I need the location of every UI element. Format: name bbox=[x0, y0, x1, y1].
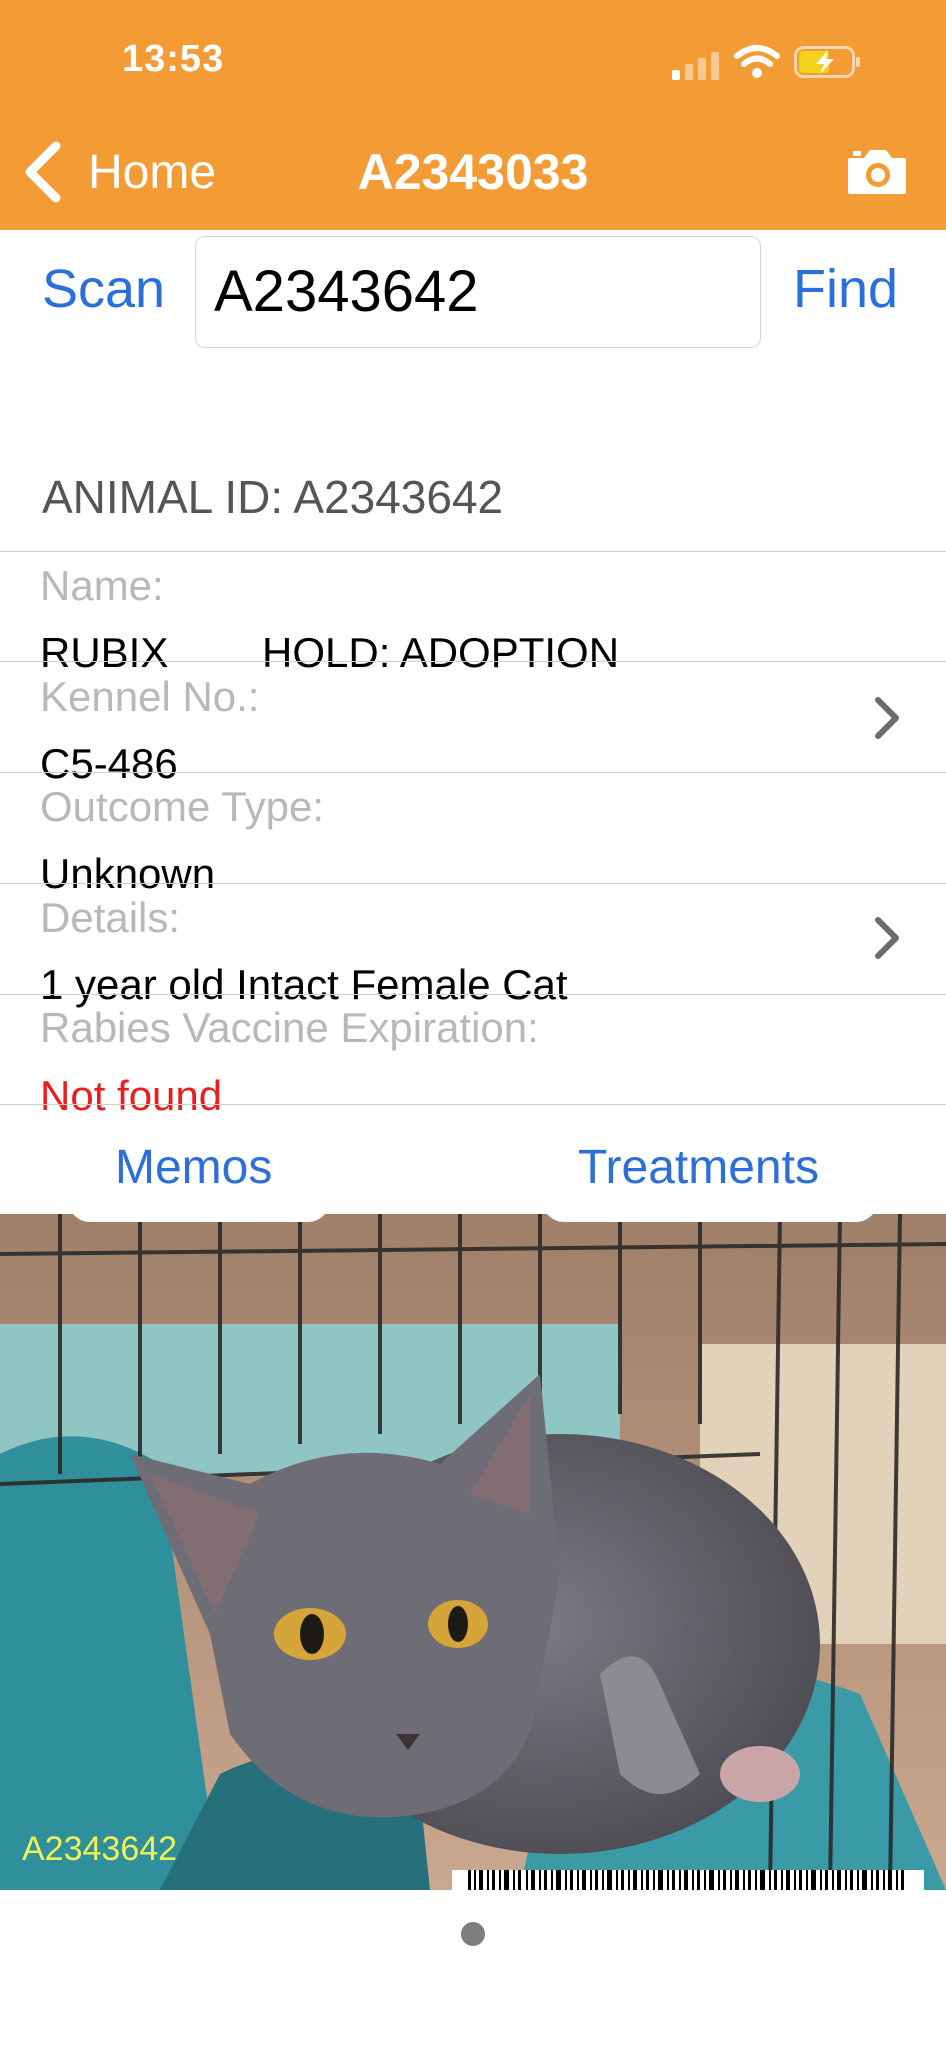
kennel-value: C5-486 bbox=[40, 740, 178, 787]
memos-button[interactable]: Memos bbox=[115, 1140, 272, 1195]
animal-photo bbox=[0, 1214, 946, 1890]
animal-id-input[interactable] bbox=[196, 237, 754, 345]
signal-icon bbox=[672, 50, 722, 80]
outcome-type-value: Unknown bbox=[40, 850, 216, 897]
chevron-left-icon bbox=[25, 141, 61, 203]
divider bbox=[0, 772, 946, 773]
divider bbox=[0, 883, 946, 884]
memos-tab-background bbox=[68, 1192, 330, 1222]
status-time: 13:53 bbox=[122, 38, 225, 80]
page-indicator-dot[interactable] bbox=[461, 1922, 485, 1946]
wifi-icon bbox=[734, 45, 780, 78]
divider bbox=[0, 551, 946, 552]
chevron-right-icon[interactable] bbox=[872, 694, 902, 742]
kennel-label: Kennel No.: bbox=[40, 673, 260, 720]
outcome-type-label: Outcome Type: bbox=[40, 783, 325, 830]
name-value: RUBIX bbox=[40, 629, 169, 676]
treatments-button[interactable]: Treatments bbox=[578, 1140, 819, 1195]
divider bbox=[0, 994, 946, 995]
details-label: Details: bbox=[40, 894, 181, 941]
divider bbox=[0, 1104, 946, 1105]
hold-status: HOLD: ADOPTION bbox=[262, 629, 620, 676]
animal-id-search-field[interactable] bbox=[195, 236, 761, 348]
battery-charging-icon bbox=[794, 46, 860, 78]
chevron-right-icon[interactable] bbox=[872, 914, 902, 962]
photo-id-label: A2343642 bbox=[22, 1830, 178, 1868]
back-label: Home bbox=[88, 145, 217, 199]
find-button[interactable]: Find bbox=[793, 258, 898, 320]
camera-icon[interactable] bbox=[846, 146, 908, 196]
animal-id-heading: ANIMAL ID: A2343642 bbox=[42, 471, 504, 523]
rabies-expiration-label: Rabies Vaccine Expiration: bbox=[40, 1004, 539, 1051]
scan-button[interactable]: Scan bbox=[42, 258, 165, 320]
details-value: 1 year old Intact Female Cat bbox=[40, 961, 568, 1008]
rabies-expiration-value: Not found bbox=[40, 1072, 223, 1119]
barcode-image bbox=[452, 1870, 924, 1890]
treatments-tab-background bbox=[542, 1192, 878, 1222]
nav-header: 13:53 Home A2343033 bbox=[0, 0, 946, 230]
divider bbox=[0, 661, 946, 662]
back-button[interactable]: Home bbox=[20, 136, 216, 208]
name-label: Name: bbox=[40, 562, 164, 609]
